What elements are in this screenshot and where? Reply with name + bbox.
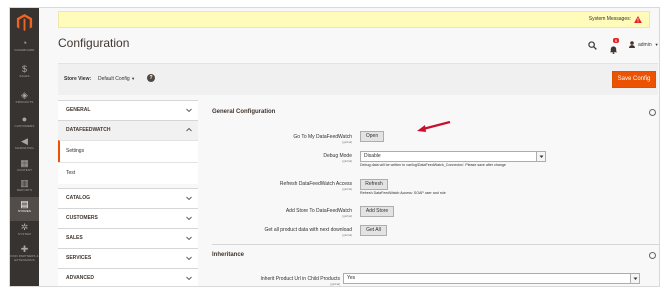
system-messages-label: System Messages: [588,16,631,22]
refresh-button[interactable]: Refresh [360,179,388,190]
row-label-refresh: Refresh DataFeedWatch Access [global] [279,181,352,191]
system-messages-bar[interactable]: System Messages: [58,11,650,28]
tab-item-test[interactable]: Test [58,162,198,184]
gear-icon: ✲ [20,222,29,232]
row-label-goto: Go To My DataFeedWatch [global] [293,134,352,144]
dollar-icon: $ [21,64,27,74]
main-area: System Messages: Configuration 6 admin ▼… [39,8,659,286]
caret-down-icon [633,277,638,280]
store-view-toolbar: Store View: Default Config ▼ ? Save Conf… [58,63,658,95]
admin-sidebar: ◔ DASHBOARD $ SALES ◈ PRODUCTS ● CUSTOME… [10,8,39,286]
chevron-down-icon [186,196,192,201]
chevron-down-icon: ▼ [654,42,659,47]
chevron-down-icon [186,276,192,281]
nav-item-stores[interactable]: ▤ STORES [10,197,39,221]
red-arrow-annotation-icon [417,120,451,132]
inherit-url-select[interactable]: Yes [343,273,640,284]
notifications-button[interactable]: 6 [609,38,619,54]
tab-sales[interactable]: SALES [58,228,198,248]
storefront-icon: ▤ [20,199,29,209]
tab-datafeedwatch[interactable]: DATAFEEDWATCH [58,120,198,140]
tab-catalog[interactable]: CATALOG [58,188,198,208]
refresh-note: Refresh DataFeedWatch Access: SOAP user … [360,191,446,195]
admin-window: ◔ DASHBOARD $ SALES ◈ PRODUCTS ● CUSTOME… [9,7,660,287]
nav-item-find-partners[interactable]: ✚ FIND PARTNERS & EXTENSIONS [10,242,39,272]
tab-general[interactable]: GENERAL [58,100,198,120]
puzzle-icon: ✚ [20,244,29,254]
store-view-switcher[interactable]: Default Config ▼ [98,76,135,82]
nav-item-sales[interactable]: $ SALES [10,62,39,86]
cube-icon: ◈ [21,90,28,100]
tab-advanced[interactable]: ADVANCED [58,268,198,286]
add-store-button[interactable]: Add Store [360,206,394,217]
speedometer-icon: ◔ [21,38,28,48]
row-label-add-store: Add Store To DataFeedWatch [global] [285,208,352,218]
user-name: admin [638,41,652,48]
debug-mode-note: Debug data will be written to var/log/Da… [360,163,506,167]
notification-count-badge: 6 [613,38,619,43]
row-label-debug-mode: Debug Mode [global] [323,153,352,163]
row-label-get-all: Get all product data with next download … [264,227,352,237]
row-label-inherit-url: Inherit Product Url in Child Products [g… [260,276,340,286]
page-title: Configuration [58,36,130,50]
section-divider [212,244,659,245]
debug-mode-select[interactable]: Disable [360,151,546,162]
nav-item-customers[interactable]: ● CUSTOMERS [10,112,39,136]
nav-item-marketing[interactable]: ◀ MARKETING [10,134,39,158]
open-button[interactable]: Open [360,131,384,142]
megaphone-icon: ◀ [21,136,28,146]
collapse-section-icon[interactable] [649,109,656,116]
magento-logo-icon[interactable] [15,13,34,32]
user-icon [629,41,635,48]
help-icon[interactable]: ? [147,74,155,82]
search-icon[interactable] [588,41,597,50]
save-config-button[interactable]: Save Config [612,71,656,88]
layout-icon: ▦ [20,158,29,168]
config-content: General Configuration Go To My DataFeedW… [212,100,659,286]
user-menu[interactable]: admin ▼ [629,41,659,48]
get-all-button[interactable]: Get All [360,225,387,236]
general-configuration-heading[interactable]: General Configuration [212,109,275,115]
chevron-down-icon [186,216,192,221]
warning-icon [634,16,642,23]
tab-item-settings[interactable]: Settings [58,140,198,162]
user-icon: ● [21,114,28,124]
collapse-section-icon[interactable] [649,252,656,259]
caret-down-icon [539,155,544,158]
caret-down-icon: ▼ [131,76,136,81]
tab-services[interactable]: SERVICES [58,248,198,268]
bar-chart-icon: ▥ [20,178,29,188]
config-tabs: GENERAL DATAFEEDWATCH Settings Test CATA… [58,100,198,286]
nav-item-products[interactable]: ◈ PRODUCTS [10,88,39,112]
store-view-label: Store View: [64,76,92,82]
inheritance-heading[interactable]: Inheritance [212,252,244,258]
chevron-up-icon [186,127,192,132]
nav-item-dashboard[interactable]: ◔ DASHBOARD [10,36,39,60]
tab-customers[interactable]: CUSTOMERS [58,208,198,228]
bell-icon [609,46,618,54]
chevron-down-icon [186,108,192,113]
nav-item-system[interactable]: ✲ SYSTEM [10,220,39,244]
chevron-down-icon [186,256,192,261]
chevron-down-icon [186,236,192,241]
